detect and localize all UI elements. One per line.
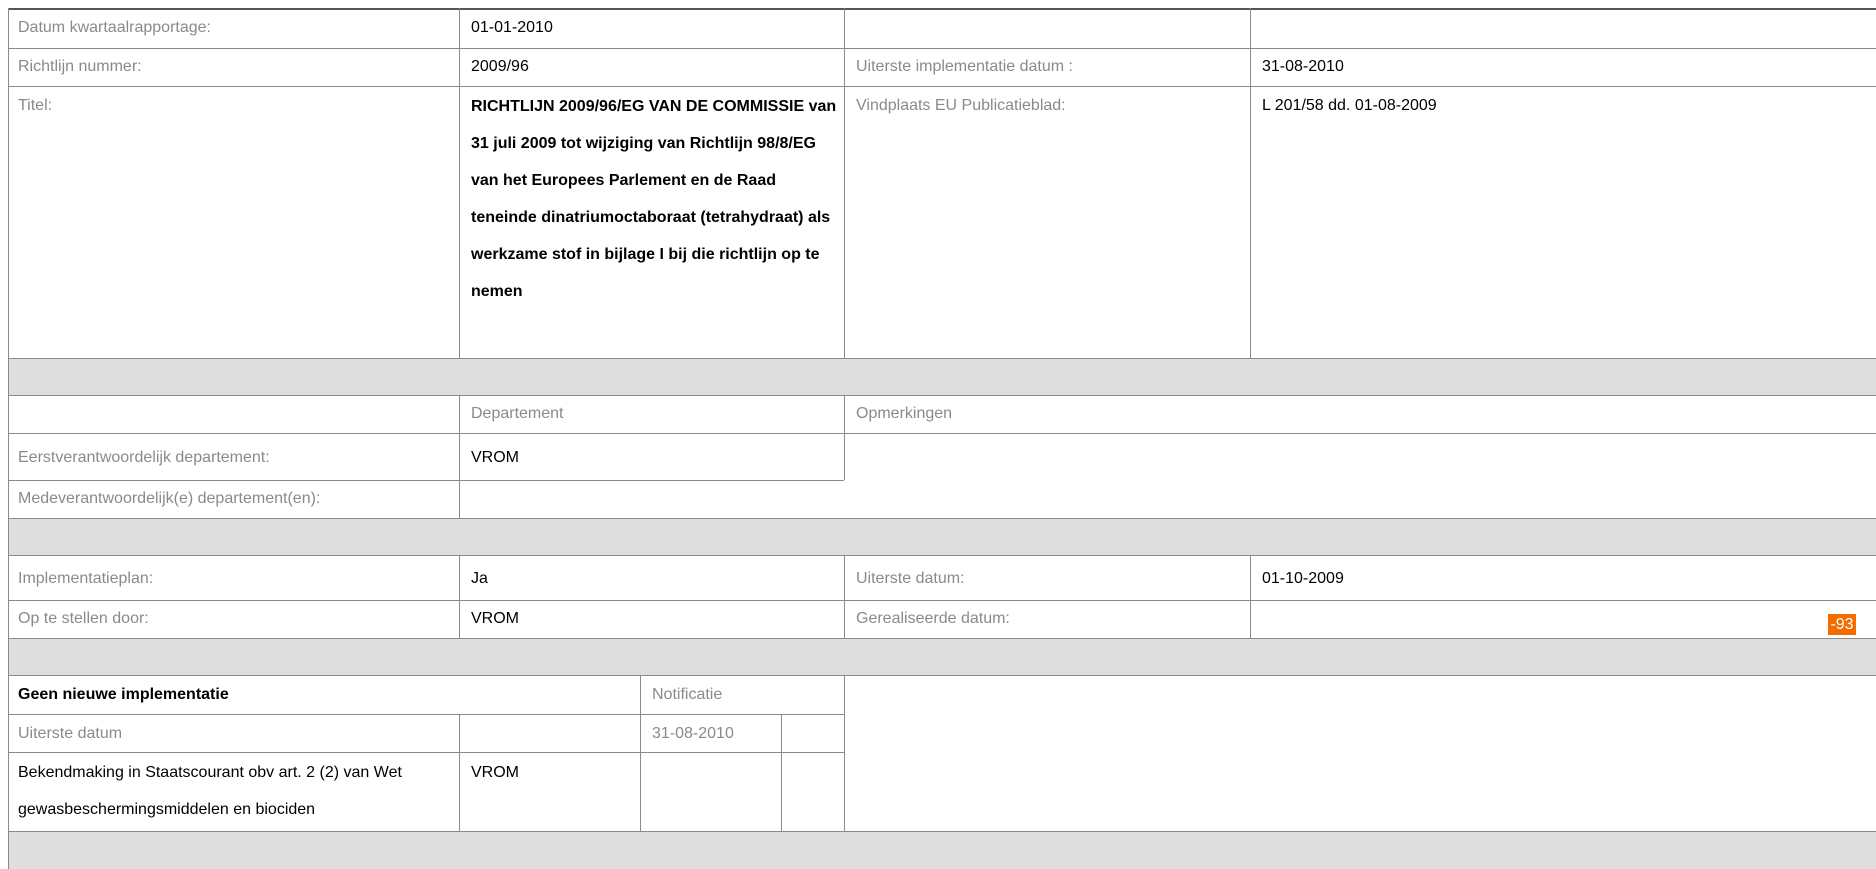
geen-nieuwe-implementatie-header: Geen nieuwe implementatie	[18, 686, 229, 703]
grid-line	[844, 8, 845, 358]
days-remaining-badge: -93	[1828, 614, 1856, 635]
grid-line	[459, 8, 460, 358]
grid-line	[640, 675, 641, 831]
grid-line	[8, 714, 844, 715]
titel-value: RICHTLIJN 2009/96/EG VAN DE COMMISSIE va…	[471, 98, 837, 300]
implementatieplan-value: Ja	[471, 570, 488, 587]
grid-line	[8, 555, 1876, 556]
grid-line	[8, 395, 1876, 396]
uiterste-implementatie-datum-value: 31-08-2010	[1262, 58, 1344, 75]
richtlijn-nummer-value: 2009/96	[471, 58, 529, 75]
grid-line	[8, 8, 9, 869]
grid-line	[844, 555, 845, 638]
grid-line	[8, 638, 1876, 639]
op-te-stellen-door-label: Op te stellen door:	[18, 610, 149, 627]
vindplaats-label: Vindplaats EU Publicatieblad:	[856, 97, 1066, 114]
implementation-report-table: Datum kwartaalrapportage: 01-01-2010 Ric…	[8, 8, 1876, 869]
bekendmaking-department: VROM	[471, 764, 519, 781]
grid-line	[8, 480, 844, 481]
grid-line	[8, 86, 1876, 87]
grid-line	[459, 555, 460, 638]
separator-band	[8, 638, 1876, 675]
grid-line	[1250, 555, 1251, 638]
grid-line	[8, 48, 1876, 49]
vindplaats-value: L 201/58 dd. 01-08-2009	[1262, 97, 1437, 114]
uiterste-datum-label: Uiterste datum:	[856, 570, 965, 587]
richtlijn-nummer-label: Richtlijn nummer:	[18, 58, 142, 75]
grid-line	[844, 675, 845, 831]
bekendmaking-text: Bekendmaking in Staatscourant obv art. 2…	[18, 764, 402, 818]
gerealiseerde-datum-label: Gerealiseerde datum:	[856, 610, 1010, 627]
grid-line	[8, 831, 1876, 832]
notificatie-uiterste-datum-value: 31-08-2010	[652, 725, 734, 742]
grid-line	[8, 752, 844, 753]
uiterste-datum-value: 01-10-2009	[1262, 570, 1344, 587]
grid-line	[8, 433, 1876, 434]
grid-line	[1250, 8, 1251, 358]
notificatie-label: Notificatie	[652, 686, 723, 703]
titel-label: Titel:	[18, 97, 53, 114]
separator-band	[8, 358, 1876, 395]
grid-line	[8, 8, 1876, 10]
eerstverantwoordelijk-label: Eerstverantwoordelijk departement:	[18, 449, 270, 466]
grid-line	[8, 600, 1876, 601]
departement-column-header: Departement	[471, 405, 564, 422]
grid-line	[8, 675, 1876, 676]
grid-line	[459, 395, 460, 518]
notificatie-uiterste-datum-label: Uiterste datum	[18, 725, 123, 742]
opmerkingen-column-header: Opmerkingen	[856, 405, 953, 422]
op-te-stellen-door-value: VROM	[471, 610, 519, 627]
implementatieplan-label: Implementatieplan:	[18, 570, 154, 587]
separator-band	[8, 831, 1876, 869]
medeverantwoordelijk-label: Medeverantwoordelijk(e) departement(en):	[18, 490, 321, 507]
grid-line	[844, 395, 845, 480]
grid-line	[781, 714, 782, 831]
separator-band	[8, 518, 1876, 555]
eerstverantwoordelijk-value: VROM	[471, 449, 519, 466]
uiterste-implementatie-datum-label: Uiterste implementatie datum :	[856, 58, 1073, 75]
grid-line	[459, 714, 460, 831]
grid-line	[8, 518, 1876, 519]
datum-kwartaalrapportage-label: Datum kwartaalrapportage:	[18, 19, 211, 36]
grid-line	[8, 358, 1876, 359]
datum-kwartaalrapportage-value: 01-01-2010	[471, 19, 553, 36]
